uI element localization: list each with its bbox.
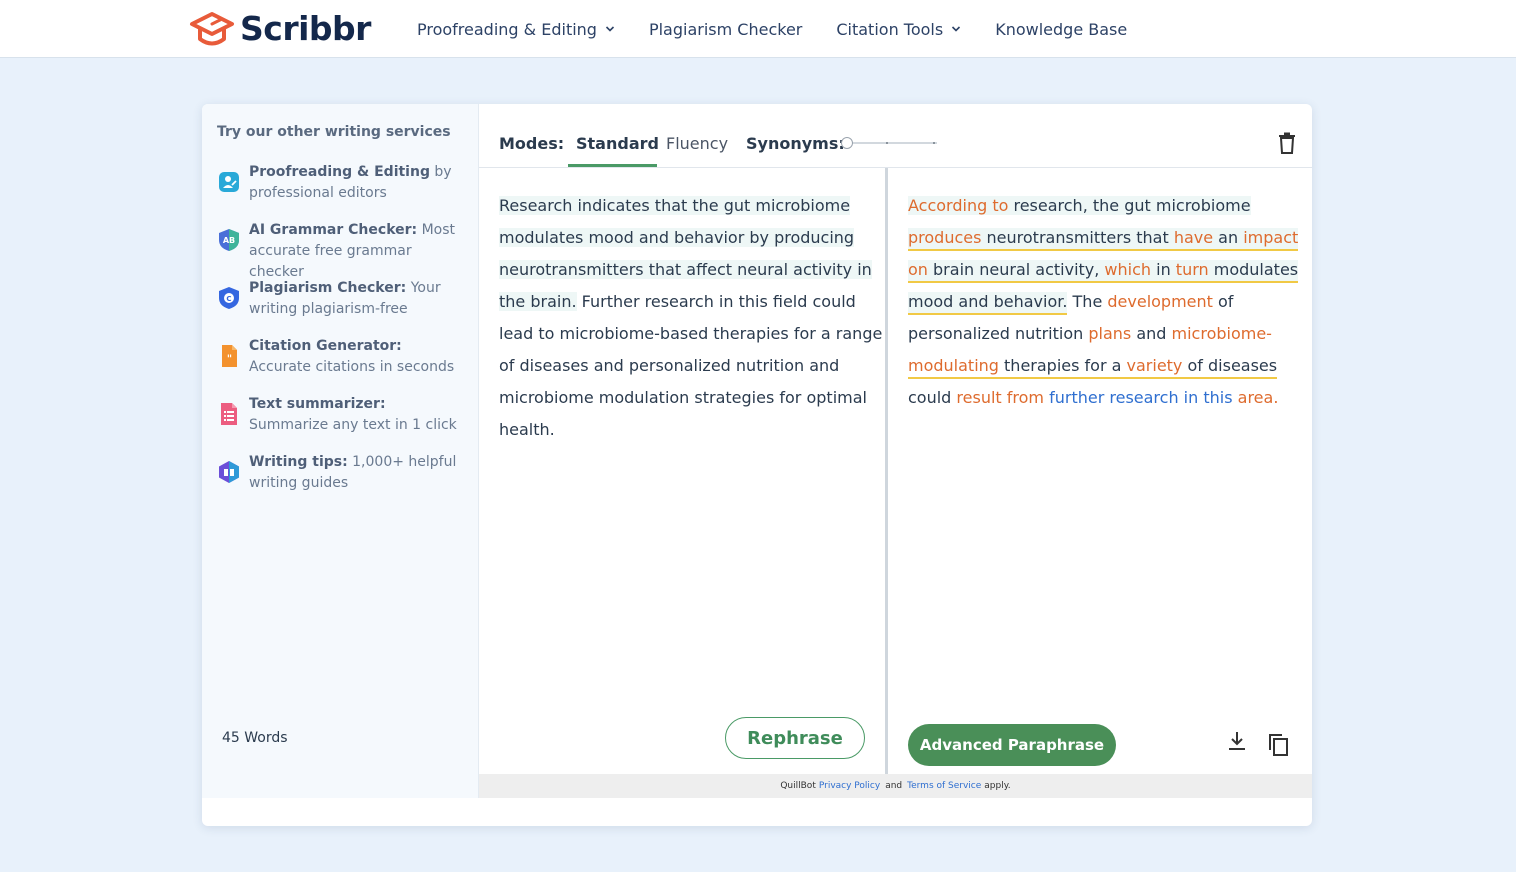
- trash-icon[interactable]: [1278, 132, 1296, 154]
- service-writing-tips[interactable]: Writing tips: 1,000+ helpful writing gui…: [217, 452, 467, 494]
- rephrase-button[interactable]: Rephrase: [725, 717, 865, 759]
- tab-standard[interactable]: Standard: [576, 134, 659, 153]
- slider-thumb[interactable]: [841, 137, 853, 149]
- scribbr-logo[interactable]: Scribbr: [186, 6, 371, 50]
- chevron-down-icon: [605, 26, 615, 32]
- logo-wordmark: Scribbr: [240, 8, 371, 48]
- privacy-policy-link[interactable]: Privacy Policy: [819, 781, 880, 791]
- service-text: Text summarizer: Summarize any text in 1…: [249, 396, 457, 433]
- svg-text:C: C: [226, 295, 231, 303]
- download-icon[interactable]: [1227, 730, 1247, 752]
- legal-prefix: QuillBot: [780, 781, 816, 791]
- paraphraser-toolbar: Modes: Standard Fluency Synonyms:: [479, 104, 1312, 168]
- modes-label: Modes:: [499, 134, 565, 153]
- citation-icon: ": [222, 345, 237, 367]
- nav-plagiarism-checker[interactable]: Plagiarism Checker: [649, 20, 802, 39]
- input-text-pane[interactable]: Research indicates that the gut microbio…: [479, 168, 886, 774]
- service-text: Proofreading & Editing by professional e…: [249, 164, 452, 201]
- svg-text:AB: AB: [223, 236, 235, 245]
- legal-and: and: [885, 781, 903, 791]
- chevron-down-icon: [952, 26, 961, 32]
- nav-proofreading-editing[interactable]: Proofreading & Editing: [417, 20, 615, 39]
- service-grammar-checker[interactable]: AB AI Grammar Checker: Most accurate fre…: [217, 220, 467, 283]
- nav-label: Plagiarism Checker: [648, 19, 803, 39]
- legal-suffix: apply.: [984, 781, 1011, 791]
- copy-icon[interactable]: [1269, 734, 1289, 756]
- service-proofreading[interactable]: Proofreading & Editing by professional e…: [217, 162, 467, 204]
- service-text: AI Grammar Checker: Most accurate free g…: [249, 222, 456, 280]
- service-text: Citation Generator: Accurate citations i…: [249, 338, 455, 375]
- sidebar-title: Try our other writing services: [217, 124, 451, 140]
- word-count: 45 Words: [222, 730, 288, 746]
- output-text-pane[interactable]: According to research, the gut microbiom…: [888, 168, 1312, 774]
- advanced-paraphrase-button[interactable]: Advanced Paraphrase: [908, 724, 1116, 766]
- service-text-summarizer[interactable]: Text summarizer: Summarize any text in 1…: [217, 394, 467, 436]
- nav-label: Proofreading & Editing: [417, 19, 597, 39]
- editor-icon: [219, 172, 239, 192]
- graduation-cap-logo-icon: [190, 12, 234, 46]
- input-text[interactable]: Research indicates that the gut microbio…: [499, 190, 882, 446]
- output-text[interactable]: According to research, the gut microbiom…: [908, 190, 1299, 414]
- summarizer-icon: [221, 403, 237, 425]
- nav-label: Knowledge Base: [995, 19, 1128, 39]
- services-sidebar: Try our other writing services Proofread…: [202, 104, 479, 798]
- terms-of-service-link[interactable]: Terms of Service: [907, 781, 981, 791]
- synonyms-slider[interactable]: [841, 137, 937, 149]
- service-text: Writing tips: 1,000+ helpful writing gui…: [249, 454, 457, 491]
- main-nav: Proofreading & Editing Plagiarism Checke…: [417, 0, 1161, 58]
- nav-citation-tools[interactable]: Citation Tools: [836, 20, 961, 39]
- writing-tips-icon: [219, 461, 239, 483]
- service-citation-generator[interactable]: " Citation Generator: Accurate citations…: [217, 336, 467, 378]
- service-text: Plagiarism Checker: Your writing plagiar…: [249, 280, 441, 317]
- nav-knowledge-base[interactable]: Knowledge Base: [995, 20, 1127, 39]
- active-tab-indicator: [568, 164, 657, 167]
- synonyms-label: Synonyms:: [746, 134, 845, 153]
- service-plagiarism-checker[interactable]: C Plagiarism Checker: Your writing plagi…: [217, 278, 467, 320]
- slider-tick: [886, 142, 888, 144]
- tab-fluency[interactable]: Fluency: [666, 134, 728, 153]
- paraphraser-card: Try our other writing services Proofread…: [202, 104, 1312, 826]
- svg-text:": ": [227, 354, 232, 365]
- top-navigation-bar: Scribbr Proofreading & Editing Plagiaris…: [0, 0, 1516, 58]
- plagiarism-icon: C: [219, 287, 239, 309]
- grammar-icon: AB: [219, 229, 239, 251]
- slider-track: [841, 142, 937, 144]
- legal-notice: QuillBot Privacy Policy and Terms of Ser…: [479, 774, 1312, 798]
- nav-label: Citation Tools: [836, 19, 944, 39]
- slider-tick: [933, 142, 935, 144]
